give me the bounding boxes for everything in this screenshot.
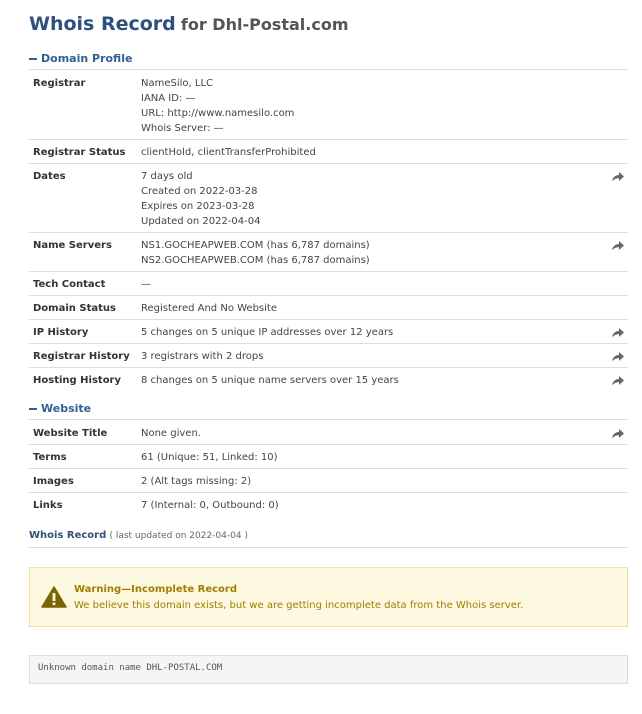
row-label: IP History (33, 327, 89, 338)
row-value-line: 61 (Unique: 51, Linked: 10) (141, 452, 278, 463)
divider (29, 444, 628, 445)
page-title-domain: for Dhl-Postal.com (180, 15, 349, 34)
row-value-line: NS2.GOCHEAPWEB.COM (has 6,787 domains) (141, 255, 370, 266)
table-row: Registrar NameSilo, LLC IANA ID: — URL: htt… (29, 76, 628, 136)
row-value-line: NS1.GOCHEAPWEB.COM (has 6,787 domains) (141, 240, 370, 251)
whois-record-link[interactable]: Whois Record (29, 530, 106, 541)
section-domain-profile[interactable]: Domain Profile (29, 52, 132, 65)
divider (29, 468, 628, 469)
section-title: Website (41, 402, 92, 415)
share-icon[interactable] (612, 241, 624, 251)
table-row: Terms 61 (Unique: 51, Linked: 10) (29, 450, 628, 465)
table-row: Images 2 (Alt tags missing: 2) (29, 474, 628, 489)
row-label: Website Title (33, 428, 108, 439)
row-label: Domain Status (33, 303, 116, 314)
table-row: Links 7 (Internal: 0, Outbound: 0) (29, 498, 628, 513)
row-value-line: IANA ID: — (141, 93, 196, 104)
table-row: Website Title None given. (29, 426, 628, 441)
divider (29, 271, 628, 272)
collapse-icon (29, 408, 37, 410)
raw-whois-output: Unknown domain name DHL-POSTAL.COM (29, 655, 628, 684)
row-value: clientHold, clientTransferProhibited (141, 145, 316, 160)
table-row: Registrar History 3 registrars with 2 dro… (29, 349, 628, 364)
divider (29, 163, 628, 164)
row-value: 7 (Internal: 0, Outbound: 0) (141, 498, 279, 513)
whois-page: Whois Record for Dhl-Postal.com Domain P… (0, 0, 642, 714)
row-value-line: 5 changes on 5 unique IP addresses over … (141, 327, 394, 338)
divider (29, 367, 628, 368)
row-value-line: None given. (141, 428, 201, 439)
warning-title: Warning—Incomplete Record (74, 584, 238, 595)
share-icon[interactable] (612, 328, 624, 338)
warning-icon (41, 586, 67, 608)
row-value-line: Created on 2022-03-28 (141, 186, 258, 197)
row-label: Registrar History (33, 351, 130, 362)
whois-record-footer: Whois Record ( last updated on 2022-04-0… (29, 530, 248, 541)
share-icon[interactable] (612, 352, 624, 362)
row-label: Hosting History (33, 375, 122, 386)
table-row: Dates 7 days old Created on 2022-03-28 Expi… (29, 169, 628, 229)
table-row: Tech Contact — (29, 277, 628, 292)
row-value-line: 2 (Alt tags missing: 2) (141, 476, 252, 487)
row-value: 3 registrars with 2 drops (141, 349, 263, 364)
divider (29, 419, 628, 420)
divider (29, 492, 628, 493)
table-row: IP History 5 changes on 5 unique IP addre… (29, 325, 628, 340)
warning-box: Warning—Incomplete Record We believe thi… (29, 567, 628, 627)
row-label: Name Servers (33, 240, 112, 251)
row-value-line: Updated on 2022-04-04 (141, 216, 261, 227)
row-value-line: clientHold, clientTransferProhibited (141, 147, 316, 158)
page-title-main: Whois Record (29, 13, 176, 35)
divider (29, 343, 628, 344)
divider (29, 319, 628, 320)
section-title: Domain Profile (41, 52, 133, 65)
share-icon[interactable] (612, 429, 624, 439)
table-row: Domain Status Registered And No Website (29, 301, 628, 316)
row-value-line: 7 (Internal: 0, Outbound: 0) (141, 500, 279, 511)
row-value: Registered And No Website (141, 301, 277, 316)
table-row: Registrar Status clientHold, clientTransf… (29, 145, 628, 160)
warning-message: We believe this domain exists, but we ar… (74, 600, 524, 611)
row-value: 2 (Alt tags missing: 2) (141, 474, 251, 489)
row-label: Registrar (33, 78, 86, 89)
row-label: Dates (33, 171, 66, 182)
row-value: 7 days old Created on 2022-03-28 Expires o… (141, 169, 261, 229)
row-value: 8 changes on 5 unique name servers over … (141, 373, 399, 388)
row-value: 5 changes on 5 unique IP addresses over … (141, 325, 393, 340)
page-title: Whois Record for Dhl-Postal.com (29, 13, 348, 35)
row-value-line: URL: http://www.namesilo.com (141, 108, 295, 119)
row-value: NS1.GOCHEAPWEB.COM (has 6,787 domains) NS… (141, 238, 370, 268)
row-value-line: NameSilo, LLC (141, 78, 214, 89)
row-label: Terms (33, 452, 67, 463)
divider (29, 139, 628, 140)
row-value: NameSilo, LLC IANA ID: — URL: http://www.n… (141, 76, 294, 136)
row-value-line: Expires on 2023-03-28 (141, 201, 255, 212)
raw-whois-text: Unknown domain name DHL-POSTAL.COM (38, 663, 223, 673)
row-label: Links (33, 500, 63, 511)
row-label: Tech Contact (33, 279, 106, 290)
section-website[interactable]: Website (29, 402, 91, 415)
divider (29, 547, 628, 548)
row-value-line: — (141, 279, 151, 290)
share-icon[interactable] (612, 376, 624, 386)
divider (29, 69, 628, 70)
row-value: None given. (141, 426, 201, 441)
row-label: Images (33, 476, 74, 487)
row-value: — (141, 277, 151, 292)
row-value: 61 (Unique: 51, Linked: 10) (141, 450, 278, 465)
collapse-icon (29, 58, 37, 60)
row-value-line: 7 days old (141, 171, 193, 182)
divider (29, 295, 628, 296)
row-value-line: 3 registrars with 2 drops (141, 351, 264, 362)
divider (29, 232, 628, 233)
table-row: Name Servers NS1.GOCHEAPWEB.COM (has 6,78… (29, 238, 628, 268)
table-row: Hosting History 8 changes on 5 unique nam… (29, 373, 628, 388)
last-updated: ( last updated on 2022-04-04 ) (109, 531, 248, 541)
share-icon[interactable] (612, 172, 624, 182)
row-value-line: Whois Server: — (141, 123, 224, 134)
row-value-line: 8 changes on 5 unique name servers over … (141, 375, 399, 386)
row-value-line: Registered And No Website (141, 303, 277, 314)
row-label: Registrar Status (33, 147, 126, 158)
